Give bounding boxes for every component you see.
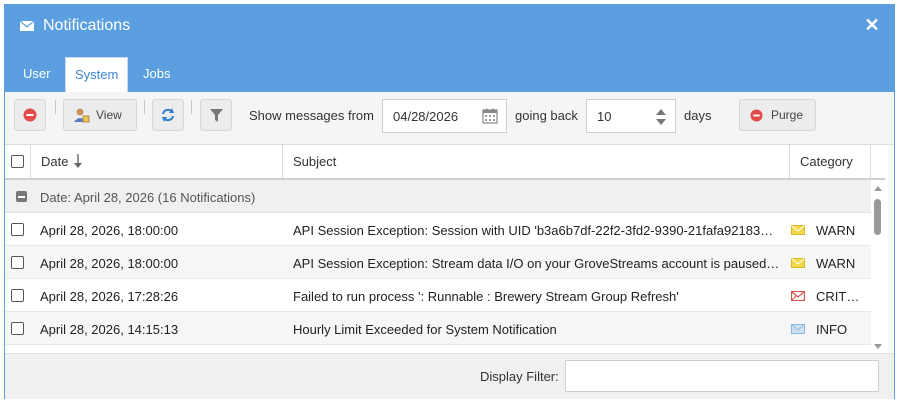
table-row[interactable]: April 28, 2026, 14:15:13 Hourly Limit Ex… <box>5 312 871 345</box>
info-envelope-icon <box>791 324 805 334</box>
show-from-label: Show messages from <box>249 108 374 123</box>
row-category: CRIT… <box>816 289 860 304</box>
days-field[interactable]: 10 <box>586 99 676 133</box>
column-category-label: Category <box>800 154 853 169</box>
column-header-category[interactable]: Category <box>790 145 871 178</box>
grid-header: Date Subject Category <box>5 145 885 180</box>
filter-button[interactable] <box>200 99 232 131</box>
warn-envelope-icon <box>791 225 805 235</box>
row-category: WARN <box>816 223 856 238</box>
toolbar-separator <box>55 100 56 114</box>
scroll-up-icon[interactable] <box>874 186 882 191</box>
toolbar-separator <box>191 100 192 114</box>
row-category: WARN <box>816 256 856 271</box>
critical-envelope-icon <box>791 291 805 301</box>
row-subject: API Session Exception: Stream data I/O o… <box>293 256 780 271</box>
column-date-label: Date <box>41 154 69 169</box>
view-button-label: View <box>96 108 122 122</box>
column-subject-label: Subject <box>293 154 337 169</box>
scroll-down-icon[interactable] <box>874 344 882 349</box>
sort-descending-icon <box>74 154 82 168</box>
display-filter-label: Display Filter: <box>480 369 559 384</box>
close-icon[interactable]: ✕ <box>864 16 880 34</box>
row-date: April 28, 2026, 14:15:13 <box>40 322 179 337</box>
scroll-thumb[interactable] <box>874 199 881 235</box>
days-value: 10 <box>597 109 612 124</box>
row-category: INFO <box>816 322 848 337</box>
purge-button-label: Purge <box>771 108 804 122</box>
window-title: Notifications <box>43 17 131 34</box>
group-header-row[interactable]: Date: April 28, 2026 (16 Notifications) <box>5 180 871 213</box>
column-header-subject[interactable]: Subject <box>283 145 790 178</box>
purge-icon <box>750 109 763 122</box>
group-label: Date: April 28, 2026 (16 Notifications) <box>40 190 256 205</box>
view-button[interactable]: View <box>63 99 137 131</box>
display-filter-input[interactable] <box>565 360 879 392</box>
refresh-button[interactable] <box>152 99 184 131</box>
row-subject: Failed to run process ': Runnable : Brew… <box>293 289 679 304</box>
table-row[interactable]: April 28, 2026, 17:28:26 Failed to run p… <box>5 279 871 312</box>
row-checkbox[interactable] <box>11 289 24 302</box>
delete-icon <box>23 108 37 122</box>
vertical-scrollbar[interactable] <box>871 180 885 353</box>
title-bar[interactable]: Notifications ✕ <box>5 5 894 48</box>
row-date: April 28, 2026, 18:00:00 <box>40 223 179 238</box>
row-checkbox[interactable] <box>11 256 24 269</box>
filter-icon <box>210 109 223 122</box>
spin-up-icon[interactable] <box>656 109 666 115</box>
select-all-checkbox[interactable] <box>11 155 24 168</box>
table-row[interactable] <box>5 345 871 353</box>
tab-bar: User System Jobs <box>5 48 894 93</box>
row-subject: Hourly Limit Exceeded for System Notific… <box>293 322 557 337</box>
purge-button[interactable]: Purge <box>739 99 816 131</box>
tab-jobs[interactable]: Jobs <box>134 57 179 92</box>
user-view-icon <box>74 108 90 123</box>
date-field[interactable]: 04/28/2026 <box>382 99 507 133</box>
warn-envelope-icon <box>791 258 805 268</box>
delete-button[interactable] <box>14 99 46 131</box>
table-row[interactable]: April 28, 2026, 18:00:00 API Session Exc… <box>5 213 871 246</box>
row-date: April 28, 2026, 18:00:00 <box>40 256 179 271</box>
date-value: 04/28/2026 <box>393 109 459 124</box>
row-subject: API Session Exception: Session with UID … <box>293 223 774 238</box>
going-back-label: going back <box>515 108 578 123</box>
calendar-icon[interactable] <box>482 108 498 124</box>
column-header-date[interactable]: Date <box>31 145 283 178</box>
tab-user[interactable]: User <box>14 57 59 92</box>
table-row[interactable]: April 28, 2026, 18:00:00 API Session Exc… <box>5 246 871 279</box>
toolbar-separator <box>144 100 145 114</box>
row-checkbox[interactable] <box>11 223 24 236</box>
row-date: April 28, 2026, 17:28:26 <box>40 289 179 304</box>
row-checkbox[interactable] <box>11 322 24 335</box>
grid-body: Date: April 28, 2026 (16 Notifications) … <box>5 180 871 353</box>
envelope-icon <box>20 21 34 31</box>
toolbar: View Show messages from 04/28/2026 going… <box>5 92 894 145</box>
spin-down-icon[interactable] <box>656 119 666 125</box>
days-label: days <box>684 108 712 123</box>
refresh-icon <box>162 108 174 122</box>
select-all-cell <box>5 145 31 178</box>
tab-system[interactable]: System <box>65 57 128 92</box>
notifications-window: Notifications ✕ User System Jobs View Sh… <box>4 4 895 399</box>
collapse-group-icon[interactable] <box>16 191 27 202</box>
footer-bar: Display Filter: <box>5 353 894 399</box>
